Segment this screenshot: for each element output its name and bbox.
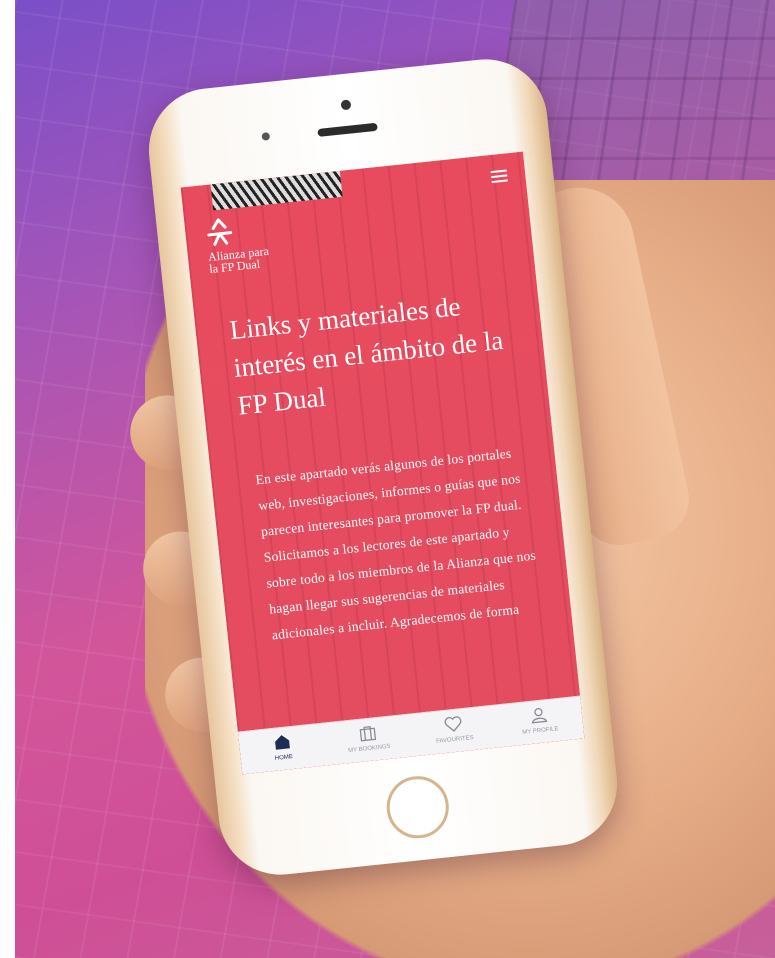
intro-paragraph: En este apartado verás algunos de los po… bbox=[254, 445, 537, 643]
earpiece-speaker bbox=[317, 122, 378, 137]
home-button[interactable] bbox=[383, 773, 452, 842]
tab-my-bookings[interactable]: MY BOOKINGS bbox=[323, 715, 413, 766]
hamburger-menu-icon[interactable] bbox=[490, 169, 508, 184]
smartphone: Alianza para la FP Dual Links y material… bbox=[142, 53, 624, 881]
tab-label: FAVOURITES bbox=[435, 735, 474, 745]
heart-icon bbox=[444, 716, 462, 732]
tab-label: MY PROFILE bbox=[522, 726, 559, 736]
profile-icon bbox=[531, 707, 548, 724]
background-photo: Alianza para la FP Dual Links y material… bbox=[15, 0, 775, 958]
tab-label: HOME bbox=[274, 754, 294, 762]
alianza-logo[interactable]: Alianza para la FP Dual bbox=[204, 210, 299, 276]
sensor bbox=[261, 132, 271, 141]
logo-mark-icon bbox=[207, 218, 233, 246]
tab-favourites[interactable]: FAVOURITES bbox=[409, 706, 499, 757]
tab-home[interactable]: HOME bbox=[238, 724, 328, 775]
phone-screen: Alianza para la FP Dual Links y material… bbox=[180, 151, 585, 775]
bookings-icon bbox=[359, 726, 377, 742]
tab-label: MY BOOKINGS bbox=[347, 743, 391, 755]
front-camera bbox=[340, 99, 352, 111]
home-icon bbox=[275, 735, 290, 750]
tab-my-profile[interactable]: MY PROFILE bbox=[495, 697, 585, 748]
